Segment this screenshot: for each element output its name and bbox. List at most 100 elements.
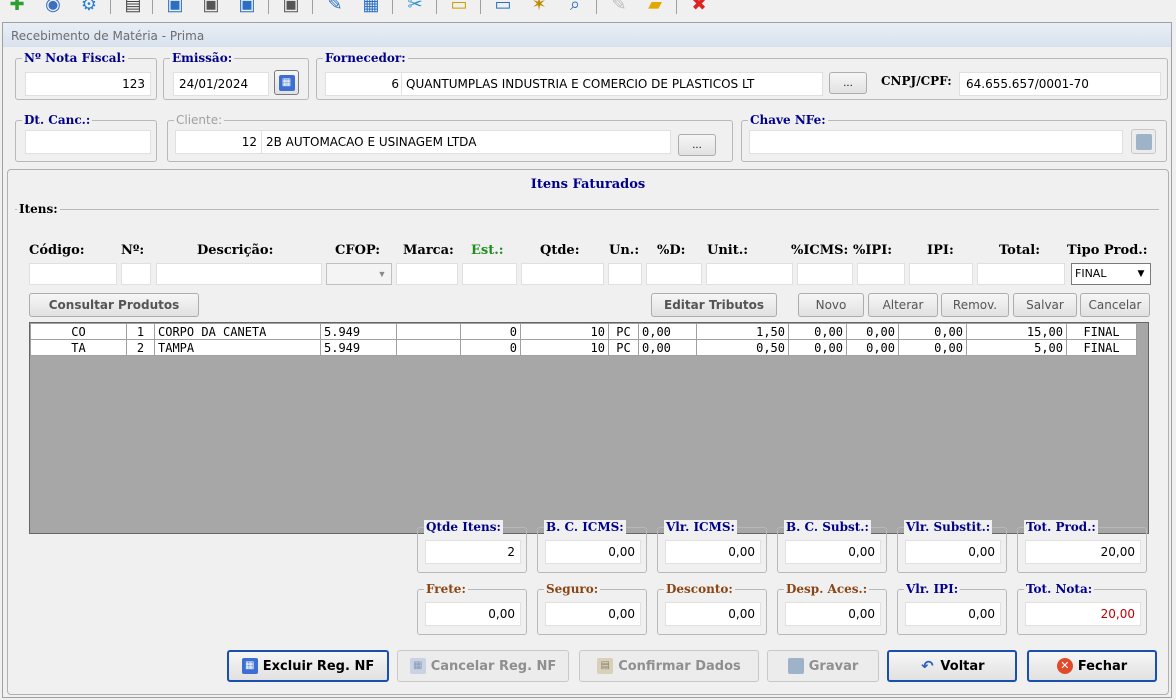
cell-codigo: TA xyxy=(30,339,127,356)
ipi-input[interactable] xyxy=(909,263,973,285)
cancelar-reg-nf-button[interactable]: ▦ Cancelar Reg. NF xyxy=(397,650,569,682)
fechar-button[interactable]: ✕ Fechar xyxy=(1027,650,1157,682)
fornecedor-lookup-button[interactable]: ... xyxy=(829,72,867,94)
cliente-code[interactable]: 12 xyxy=(175,130,263,154)
chave-save-button[interactable] xyxy=(1131,129,1156,154)
document-icon[interactable]: ▤ xyxy=(118,0,148,18)
tot-prod-field: 20,00 xyxy=(1025,540,1141,564)
vlr-ipi-field: 0,00 xyxy=(905,602,1001,626)
emissao-input[interactable]: 24/01/2024 xyxy=(173,72,269,96)
cell-desconto: 0,00 xyxy=(638,323,697,340)
codigo-input[interactable] xyxy=(29,263,117,285)
undo-icon: ↶ xyxy=(921,657,934,675)
fornecedor-label: Fornecedor: xyxy=(323,51,408,65)
cell-cfop: 5.949 xyxy=(320,323,397,340)
itens-group: Itens: xyxy=(15,202,1159,299)
dtcanc-input[interactable] xyxy=(25,130,151,154)
confirmar-dados-button[interactable]: ▤ Confirmar Dados xyxy=(579,650,759,682)
window-icon[interactable]: ▣ xyxy=(160,0,190,18)
excluir-reg-nf-button[interactable]: ▦ Excluir Reg. NF xyxy=(227,650,389,682)
calendar-button[interactable]: ▦ xyxy=(274,70,299,95)
cancelar-item-button[interactable]: Cancelar xyxy=(1080,293,1150,317)
unit-input[interactable] xyxy=(706,263,793,285)
voltar-button[interactable]: ↶ Voltar xyxy=(887,650,1017,682)
fornecedor-code[interactable]: 6 xyxy=(325,72,405,96)
add-icon[interactable]: ✚ xyxy=(2,0,32,18)
cell-ipi-pct: 0,00 xyxy=(846,323,899,340)
desconto-field[interactable]: 0,00 xyxy=(665,602,761,626)
icms-input[interactable] xyxy=(797,263,853,285)
un-input[interactable] xyxy=(608,263,642,285)
desp-field[interactable]: 0,00 xyxy=(785,602,881,626)
cliente-label: Cliente: xyxy=(174,113,225,127)
bc-subst-field: 0,00 xyxy=(785,540,881,564)
col-codigo: Código: xyxy=(29,243,85,258)
fornecedor-name[interactable]: QUANTUMPLAS INDUSTRIA E COMERCIO DE PLAS… xyxy=(401,72,823,96)
gravar-label: Gravar xyxy=(808,658,859,674)
calendar-icon: ▦ xyxy=(278,74,295,91)
consultar-produtos-button[interactable]: Consultar Produtos xyxy=(29,293,199,317)
star-icon[interactable]: ✶ xyxy=(524,0,554,18)
est-input[interactable] xyxy=(462,263,517,285)
cell-ipi: 0,00 xyxy=(898,323,967,340)
nota-input[interactable]: 123 xyxy=(25,72,151,96)
notes-icon[interactable]: ▭ xyxy=(444,0,474,18)
pencil-icon[interactable]: ✎ xyxy=(604,0,634,18)
window-icon[interactable]: ▣ xyxy=(232,0,262,18)
cell-est: 0 xyxy=(460,323,521,340)
cell-tipo-prod: FINAL xyxy=(1066,323,1137,340)
tipo-prod-value: FINAL xyxy=(1075,267,1107,280)
qtde-input[interactable] xyxy=(521,263,604,285)
database-icon[interactable]: ◉ xyxy=(38,0,68,18)
cfop-select[interactable]: ▼ xyxy=(326,263,392,285)
salvar-button[interactable]: Salvar xyxy=(1013,293,1077,317)
monitor-search-icon[interactable]: ⌕ xyxy=(560,0,590,18)
cell-codigo: CO xyxy=(30,323,127,340)
remover-button[interactable]: Remov. xyxy=(941,293,1009,317)
tipo-prod-select[interactable]: FINAL ▼ xyxy=(1071,263,1151,285)
cell-tipo-prod: FINAL xyxy=(1066,339,1137,356)
col-unit: Unit.: xyxy=(707,243,749,258)
cell-icms: 0,00 xyxy=(788,323,847,340)
novo-button[interactable]: Novo xyxy=(798,293,864,317)
close-icon: ✕ xyxy=(1056,658,1073,674)
table-row[interactable]: TA 2 TAMPA 5.949 0 10 PC 0,00 0,50 0,00 … xyxy=(30,339,1137,356)
cliente-lookup-button[interactable]: ... xyxy=(678,134,716,156)
table-icon[interactable]: ▦ xyxy=(356,0,386,18)
frete-label: Frete: xyxy=(424,582,468,596)
fechar-label: Fechar xyxy=(1077,658,1128,674)
col-tipo-prod: Tipo Prod.: xyxy=(1067,243,1148,258)
col-marca: Marca: xyxy=(403,243,454,258)
ipi-pct-input[interactable] xyxy=(857,263,905,285)
frete-field[interactable]: 0,00 xyxy=(425,602,521,626)
monitor-icon[interactable]: ▭ xyxy=(488,0,518,18)
cnpj-input[interactable]: 64.655.657/0001-70 xyxy=(959,72,1161,96)
col-icms: %ICMS: xyxy=(791,243,849,258)
itens-grid[interactable]: CO 1 CORPO DA CANETA 5.949 0 10 PC 0,00 … xyxy=(29,322,1149,534)
emissao-label: Emissão: xyxy=(170,51,235,65)
seguro-field[interactable]: 0,00 xyxy=(545,602,641,626)
alterar-button[interactable]: Alterar xyxy=(868,293,938,317)
gravar-button[interactable]: Gravar xyxy=(767,650,879,682)
cell-ipi-pct: 0,00 xyxy=(846,339,899,356)
toolbar: ✚ ◉ ⚙ ▤ ▣ ▣ ▣ ▣ ✎ ▦ ✂ ▭ ▭ ✶ ⌕ ✎ ▰ ✖ xyxy=(0,0,1176,20)
table-row[interactable]: CO 1 CORPO DA CANETA 5.949 0 10 PC 0,00 … xyxy=(30,323,1137,340)
gear-icon[interactable]: ⚙ xyxy=(74,0,104,18)
chave-input[interactable] xyxy=(749,130,1123,154)
cliente-name[interactable]: 2B AUTOMACAO E USINAGEM LTDA xyxy=(261,130,671,154)
close-icon[interactable]: ✖ xyxy=(684,0,714,18)
editar-tributos-button[interactable]: Editar Tributos xyxy=(651,293,777,317)
cell-descricao: CORPO DA CANETA xyxy=(154,323,321,340)
edit-icon[interactable]: ✎ xyxy=(320,0,350,18)
window-icon[interactable]: ▣ xyxy=(196,0,226,18)
folder-icon[interactable]: ▰ xyxy=(640,0,670,18)
tools-icon[interactable]: ✂ xyxy=(400,0,430,18)
window-icon[interactable]: ▣ xyxy=(276,0,306,18)
descricao-input[interactable] xyxy=(156,263,322,285)
chevron-down-icon: ▼ xyxy=(1137,269,1145,279)
numero-input[interactable] xyxy=(121,263,151,285)
cell-marca xyxy=(396,339,461,356)
marca-input[interactable] xyxy=(396,263,458,285)
desconto-input[interactable] xyxy=(646,263,702,285)
total-input[interactable] xyxy=(977,263,1065,285)
